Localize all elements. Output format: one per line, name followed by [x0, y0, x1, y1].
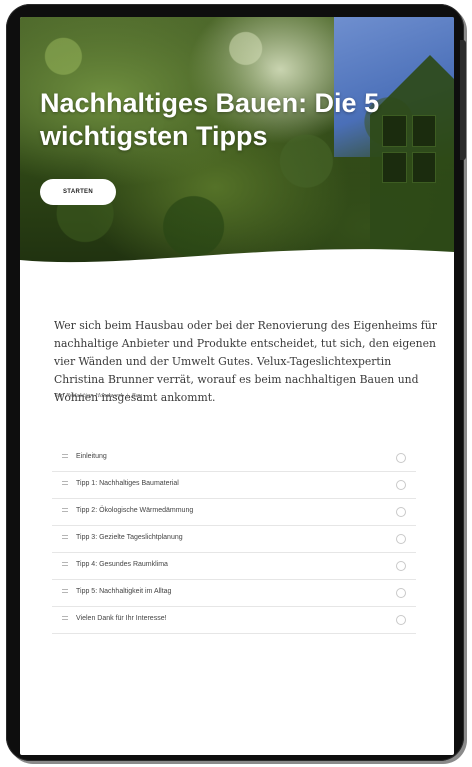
- lesson-status-circle-icon: [396, 507, 406, 517]
- lesson-status-circle-icon: [396, 561, 406, 571]
- lesson-lines-icon: [62, 589, 68, 595]
- lesson-item-einleitung[interactable]: Einleitung: [52, 445, 416, 472]
- lesson-lines-icon: [62, 454, 68, 460]
- lesson-status-circle-icon: [396, 480, 406, 490]
- lesson-item-tipp-1[interactable]: Tipp 1: Nachhaltiges Baumaterial: [52, 472, 416, 499]
- lesson-lines-icon: [62, 562, 68, 568]
- lesson-lines-icon: [62, 535, 68, 541]
- lesson-lines-icon: [62, 616, 68, 622]
- screen: Nachhaltiges Bauen: Die 5 wichtigsten Ti…: [20, 17, 454, 755]
- course-title: Nachhaltiges Bauen: Die 5 wichtigsten Ti…: [40, 88, 380, 151]
- lesson-label: Tipp 2: Ökologische Wärmedämmung: [76, 507, 194, 514]
- lesson-status-circle-icon: [396, 453, 406, 463]
- lesson-item-tipp-5[interactable]: Tipp 5: Nachhaltigkeit im Alltag: [52, 580, 416, 607]
- lesson-status-circle-icon: [396, 534, 406, 544]
- lesson-item-danke[interactable]: Vielen Dank für Ihr Interesse!: [52, 607, 416, 634]
- lesson-label: Tipp 5: Nachhaltigkeit im Alltag: [76, 588, 172, 595]
- lesson-label: Tipp 3: Gezielte Tageslichtplanung: [76, 534, 183, 541]
- lesson-label: Vielen Dank für Ihr Interesse!: [76, 615, 167, 622]
- lesson-label: Einleitung: [76, 453, 107, 460]
- lesson-lines-icon: [62, 508, 68, 514]
- lesson-label: Tipp 4: Gesundes Raumklima: [76, 561, 168, 568]
- start-button[interactable]: STARTEN: [40, 179, 116, 205]
- lesson-item-tipp-3[interactable]: Tipp 3: Gezielte Tageslichtplanung: [52, 526, 416, 553]
- tablet-side-button: [460, 40, 466, 160]
- lesson-status-circle-icon: [396, 615, 406, 625]
- lesson-status-circle-icon: [396, 588, 406, 598]
- hero-wave-divider: [20, 249, 454, 279]
- lesson-list: Einleitung Tipp 1: Nachhaltiges Baumater…: [52, 445, 416, 634]
- author-byline: Von Redaktion Handwerk + Bau: [54, 393, 143, 399]
- hero-banner: Nachhaltiges Bauen: Die 5 wichtigsten Ti…: [20, 17, 454, 279]
- lesson-item-tipp-4[interactable]: Tipp 4: Gesundes Raumklima: [52, 553, 416, 580]
- lesson-item-tipp-2[interactable]: Tipp 2: Ökologische Wärmedämmung: [52, 499, 416, 526]
- lesson-label: Tipp 1: Nachhaltiges Baumaterial: [76, 480, 179, 487]
- lesson-lines-icon: [62, 481, 68, 487]
